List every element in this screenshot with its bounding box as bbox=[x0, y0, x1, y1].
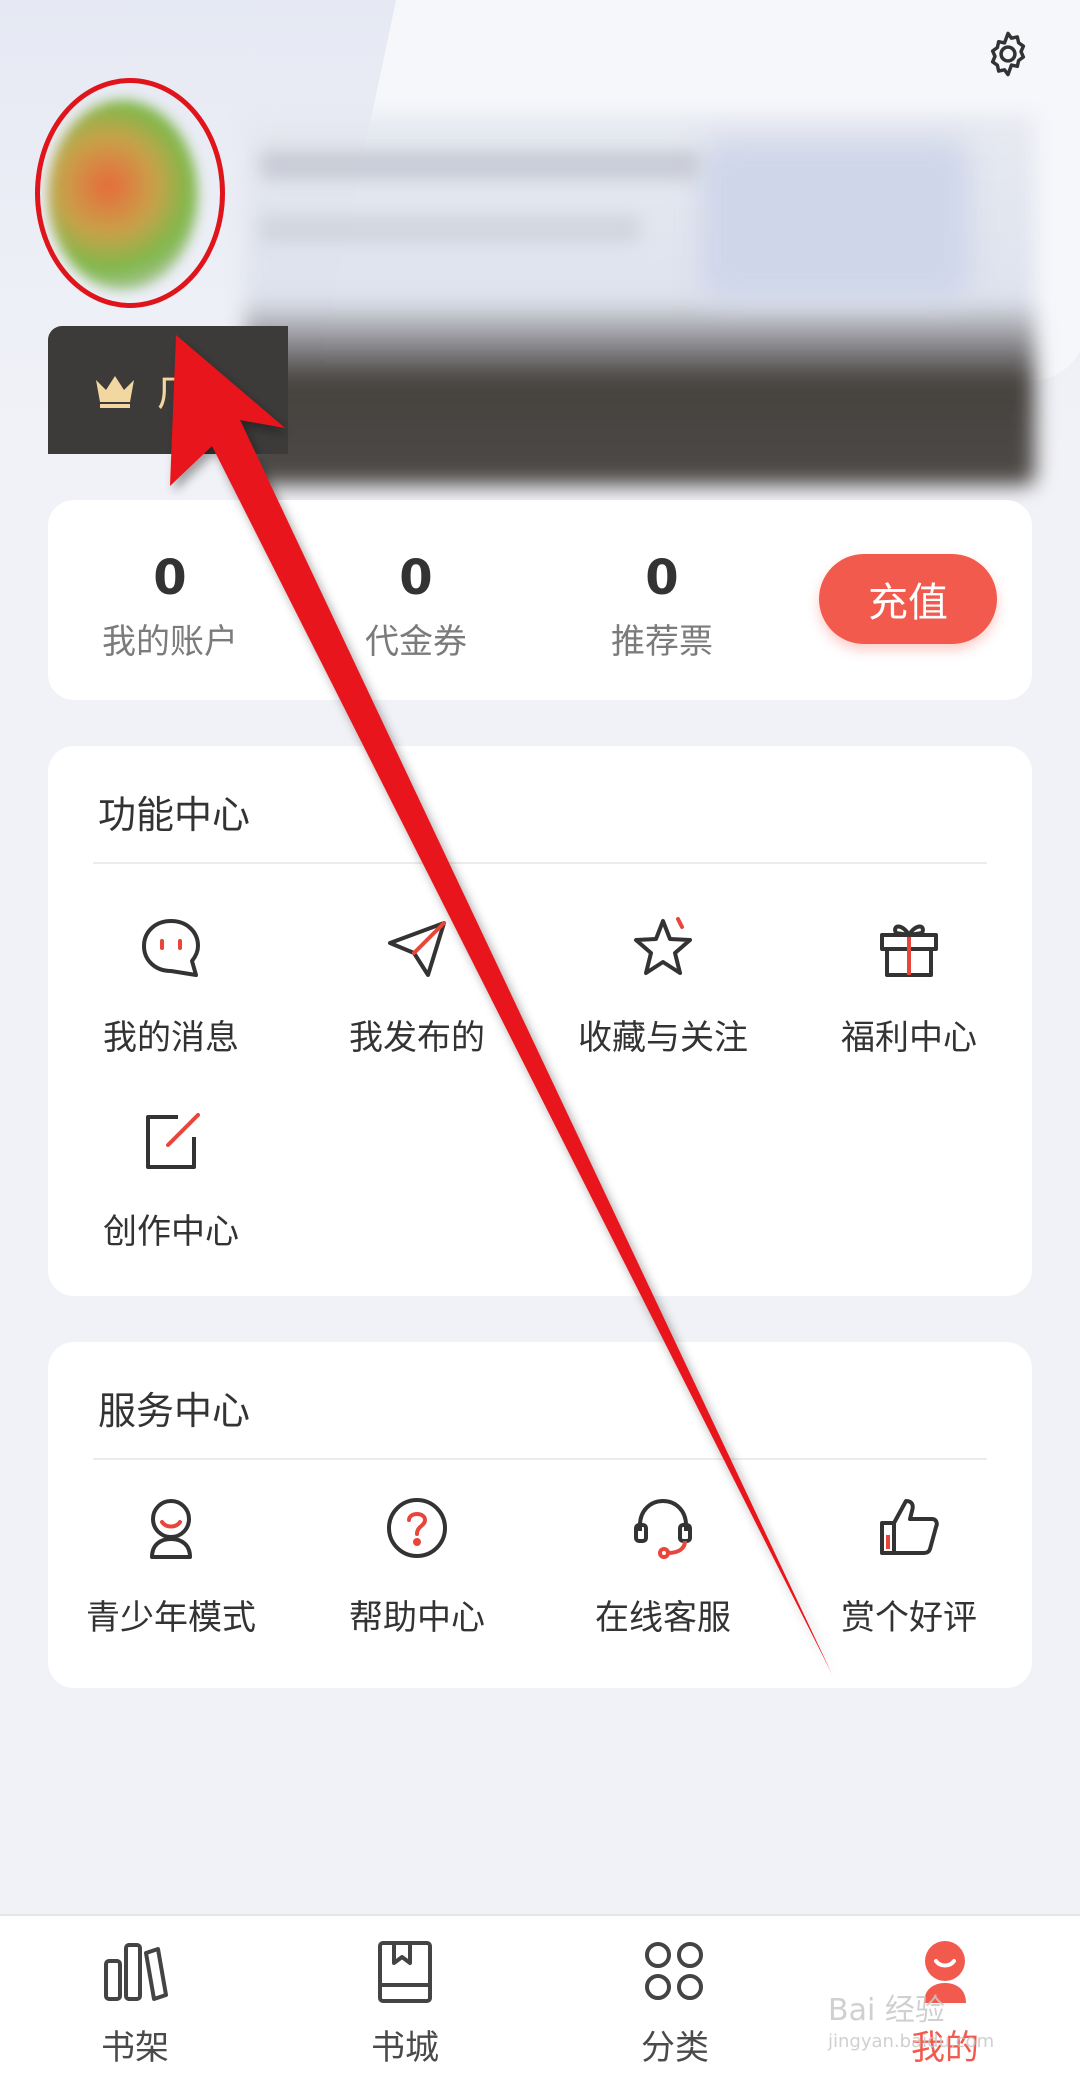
stat-label: 我的账户 bbox=[102, 622, 238, 662]
item-label: 青少年模式 bbox=[86, 1598, 256, 1638]
tab-bookstore[interactable]: 书城 bbox=[270, 1938, 540, 2069]
tab-label: 书架 bbox=[101, 2028, 169, 2068]
watermark-text: Bai 经验 bbox=[828, 1993, 945, 2028]
welfare-center-item[interactable]: 福利中心 bbox=[786, 912, 1032, 1059]
thumbs-up-icon bbox=[880, 1499, 939, 1555]
tab-bookshelf[interactable]: 书架 bbox=[0, 1938, 270, 2069]
vip-banner[interactable]: 广 bbox=[48, 326, 288, 454]
account-card: 0 我的账户 0 代金券 0 推荐票 充值 bbox=[48, 500, 1032, 700]
gift-icon bbox=[880, 924, 938, 977]
rate-us-item[interactable]: 赏个好评 bbox=[786, 1492, 1032, 1639]
star-icon bbox=[634, 917, 692, 975]
help-icon bbox=[387, 1498, 447, 1558]
item-label: 福利中心 bbox=[841, 1018, 977, 1058]
bookshelf-icon bbox=[104, 1943, 168, 2001]
item-label: 我发布的 bbox=[349, 1018, 485, 1058]
tab-label: 分类 bbox=[641, 2028, 709, 2068]
category-icon bbox=[645, 1942, 703, 2000]
crown-icon bbox=[96, 376, 134, 408]
recharge-button[interactable]: 充值 bbox=[819, 554, 997, 644]
settings-button[interactable] bbox=[978, 24, 1038, 84]
headset-icon bbox=[634, 1499, 692, 1559]
stat-my-account[interactable]: 0 我的账户 bbox=[70, 548, 270, 663]
my-posts-item[interactable]: 我发布的 bbox=[294, 912, 540, 1059]
stat-label: 代金券 bbox=[365, 622, 467, 662]
divider bbox=[93, 862, 987, 864]
stat-value: 0 bbox=[153, 550, 187, 606]
avatar-highlight-circle bbox=[35, 78, 225, 308]
item-label: 我的消息 bbox=[103, 1018, 239, 1058]
function-center-card: 功能中心 我的消息 我发布的 收藏与关注 福利中心 创作中心 bbox=[48, 746, 1032, 1296]
profile-decoration-blurred bbox=[700, 140, 970, 300]
item-label: 创作中心 bbox=[103, 1212, 239, 1252]
teen-person-icon bbox=[150, 1499, 192, 1559]
online-service-item[interactable]: 在线客服 bbox=[540, 1492, 786, 1639]
chat-bubble-icon bbox=[142, 919, 200, 977]
section-title: 服务中心 bbox=[98, 1389, 251, 1433]
user-id-blurred bbox=[260, 215, 640, 243]
bookstore-icon bbox=[378, 1941, 432, 2003]
section-title: 功能中心 bbox=[98, 793, 251, 837]
item-label: 赏个好评 bbox=[841, 1598, 977, 1638]
watermark: Bai 经验 jingyan.baidu.com bbox=[828, 1985, 994, 2052]
service-center-card: 服务中心 青少年模式 帮助中心 在线客服 赏个好评 bbox=[48, 1342, 1032, 1688]
stat-value: 0 bbox=[399, 550, 433, 606]
stat-vouchers[interactable]: 0 代金券 bbox=[316, 548, 516, 663]
gear-icon bbox=[990, 31, 1026, 77]
my-messages-item[interactable]: 我的消息 bbox=[48, 912, 294, 1059]
watermark-subtext: jingyan.baidu.com bbox=[828, 2031, 995, 2052]
vip-label: 广 bbox=[157, 369, 197, 415]
help-center-item[interactable]: 帮助中心 bbox=[294, 1492, 540, 1639]
edit-icon bbox=[146, 1113, 200, 1169]
tab-category[interactable]: 分类 bbox=[540, 1938, 810, 2069]
username-blurred bbox=[260, 150, 700, 180]
stat-value: 0 bbox=[645, 550, 679, 606]
item-label: 在线客服 bbox=[595, 1598, 731, 1638]
favorites-follow-item[interactable]: 收藏与关注 bbox=[540, 912, 786, 1059]
stat-label: 推荐票 bbox=[611, 622, 713, 662]
item-label: 收藏与关注 bbox=[578, 1018, 748, 1058]
paper-plane-icon bbox=[388, 921, 446, 977]
tab-label: 书城 bbox=[371, 2028, 439, 2068]
teen-mode-item[interactable]: 青少年模式 bbox=[48, 1492, 294, 1639]
divider bbox=[93, 1458, 987, 1460]
item-label: 帮助中心 bbox=[349, 1598, 485, 1638]
creation-center-item[interactable]: 创作中心 bbox=[48, 1106, 294, 1253]
stat-recommend-tickets[interactable]: 0 推荐票 bbox=[562, 548, 762, 663]
